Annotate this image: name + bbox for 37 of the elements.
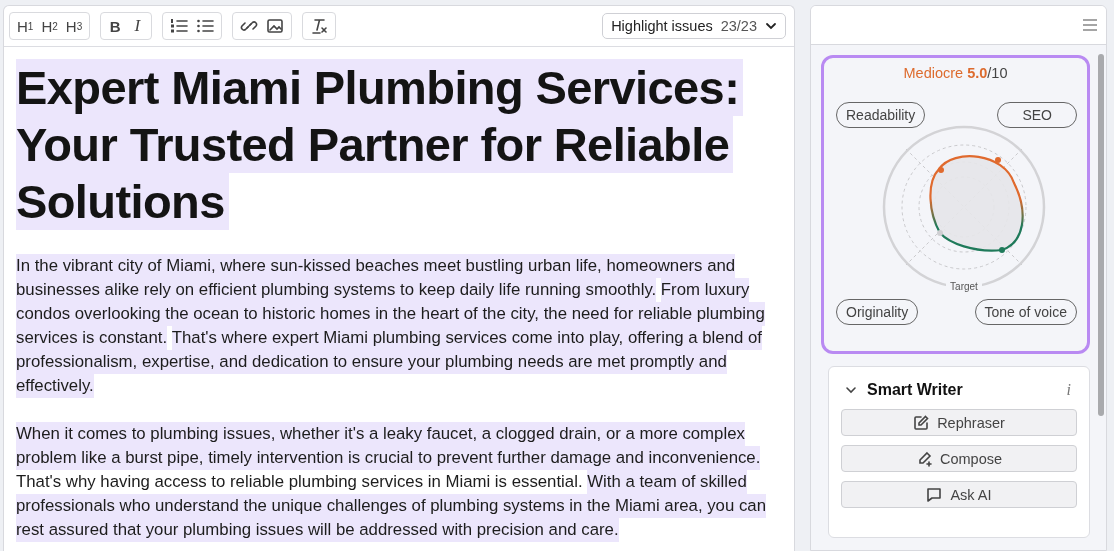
section-title: Smart Writer [867, 381, 964, 399]
action-button[interactable]: Ask AI [841, 481, 1077, 508]
axis-label[interactable]: Tone of voice [974, 299, 1077, 325]
highlighted-text: In the vibrant city of Miami, where sun-kissed beaches meet bustling urban life, homeowners and [16, 254, 736, 278]
bold-button[interactable]: B [105, 14, 126, 38]
highlighted-text: businesses alike rely on efficient plumbing systems to keep daily life running smoothly. [16, 278, 657, 302]
highlighted-text: When it comes to plumbing issues, whether it's a leaky faucet, a clogged drain, or a more complex [16, 422, 745, 446]
axis-label[interactable]: Readability [836, 102, 926, 128]
score-text: Mediocre 5.0/10 [902, 65, 1009, 81]
highlighted-text: services is constant. [16, 326, 168, 350]
chat-icon [926, 486, 943, 503]
axis-label[interactable]: SEO [997, 102, 1077, 128]
image-icon [266, 17, 285, 35]
edit-icon [913, 414, 930, 431]
highlighted-text: problem like a burst pipe, timely intervention is crucial to prevent further damage and inconvenience. [16, 446, 761, 470]
chevron-icon [765, 22, 777, 30]
highlighted-text: From luxury [660, 278, 750, 302]
bullet-list-icon [196, 17, 215, 35]
highlighted-text: effectively. [16, 374, 94, 398]
action-button[interactable]: Compose [841, 445, 1077, 472]
scrollbar[interactable] [1098, 54, 1104, 416]
axis-label[interactable]: Originality [836, 299, 919, 325]
highlight-dropdown[interactable]: Highlight issues 23/23 [602, 13, 786, 39]
highlighted-text: professionals who understand the unique challenges of plumbing systems in the Miami area, you can [16, 494, 766, 518]
chevron-icon[interactable] [845, 386, 857, 394]
italic-button[interactable]: I [127, 14, 148, 38]
highlighted-text: With a team of skilled [587, 470, 747, 494]
highlighted-text: That's where expert Miami plumbing services come into play, offering a blend of [171, 326, 762, 350]
highlighted-text: professionalism, expertise, and dedication to ensure your plumbing needs are met promptly and [16, 350, 727, 374]
clear-format-icon [310, 17, 329, 35]
ordered-list-icon [170, 17, 189, 35]
highlighted-text: condos overlooking the ocean to historic homes in the heart of the city, the need for reliable plumbing [16, 302, 765, 326]
action-button[interactable]: Rephraser [841, 409, 1077, 436]
body-text: That's why having access to reliable plumbing services in Miami is essential. [16, 471, 583, 493]
info-icon[interactable]: i [1066, 381, 1071, 399]
highlighted-text: rest assured that your plumbing issues will be addressed with precision and care. [16, 518, 619, 542]
target-label: Target [950, 281, 978, 292]
